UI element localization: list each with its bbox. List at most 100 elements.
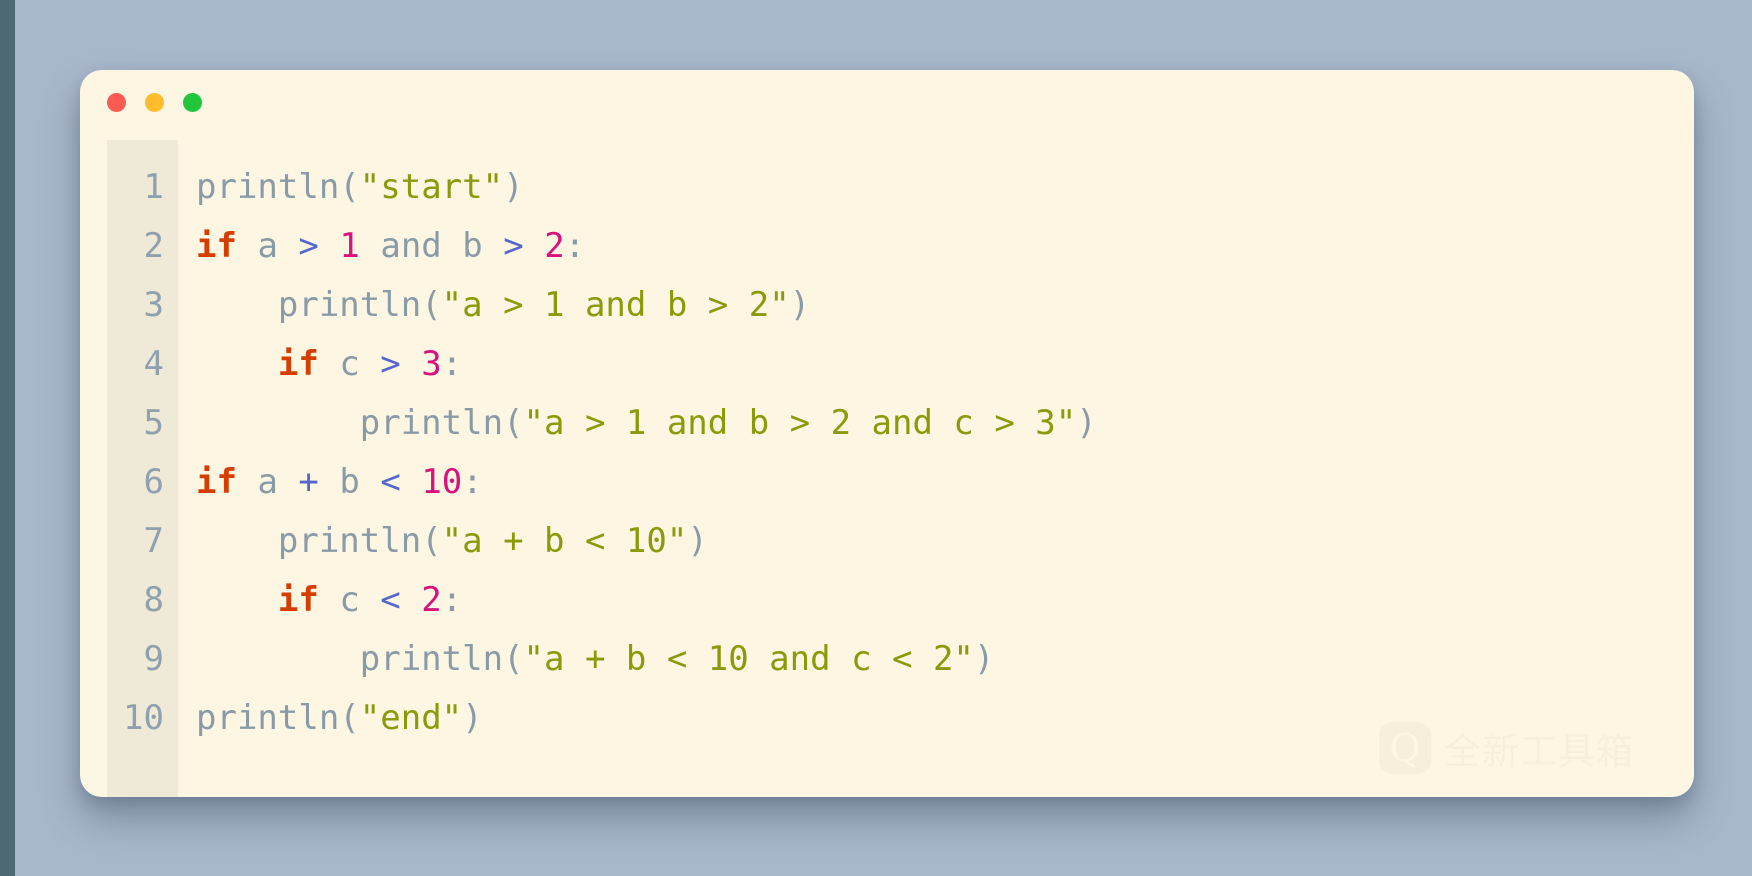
token-id: a: [257, 462, 278, 502]
token-punc: ): [462, 698, 483, 738]
token-id: c: [339, 344, 360, 384]
window-titlebar: [80, 70, 1694, 140]
token-str: "a + b < 10": [441, 521, 688, 561]
token-id: println: [277, 521, 422, 561]
token-num: 3: [421, 344, 442, 384]
token-str: "a + b < 10 and c < 2": [523, 639, 974, 679]
token-punc: (: [421, 521, 442, 561]
token-punc: ): [503, 167, 524, 207]
token-punc: (: [339, 698, 360, 738]
token-op: <: [380, 462, 401, 502]
line-number: 8: [143, 580, 164, 620]
token-id: println: [359, 403, 504, 443]
token-id: println: [196, 698, 340, 738]
line-number: 3: [143, 285, 164, 325]
code-line[interactable]: println("end"): [196, 689, 1694, 748]
left-edge-strip: [0, 0, 15, 876]
line-number: 4: [143, 344, 164, 384]
token-op: <: [380, 580, 401, 620]
code-line[interactable]: println("a > 1 and b > 2 and c > 3"): [196, 394, 1694, 453]
code-line[interactable]: println("start"): [196, 158, 1694, 217]
minimize-button[interactable]: [145, 93, 164, 112]
line-number: 5: [143, 403, 164, 443]
token-punc: :: [441, 580, 463, 620]
line-number: 6: [143, 462, 164, 502]
token-punc: ): [1076, 403, 1097, 443]
token-punc: :: [564, 226, 586, 266]
token-kw: if: [196, 226, 237, 266]
token-str: "a > 1 and b > 2 and c > 3": [523, 403, 1077, 443]
token-punc: (: [421, 285, 442, 325]
token-str: "end": [359, 698, 463, 738]
code-line[interactable]: println("a + b < 10"): [196, 512, 1694, 571]
code-line[interactable]: if c < 2:: [196, 571, 1694, 630]
line-number: 9: [143, 639, 164, 679]
token-kw: if: [277, 344, 319, 384]
code-editor-area: 1 2 3 4 5 6 7 8 9 10 println("start") if a > 1 and…: [80, 140, 1694, 797]
token-punc: (: [503, 639, 524, 679]
token-id: and: [380, 226, 442, 266]
code-line[interactable]: println("a + b < 10 and c < 2"): [196, 630, 1694, 689]
code-line[interactable]: if c > 3:: [196, 335, 1694, 394]
token-num: 1: [339, 226, 360, 266]
token-id: b: [339, 462, 360, 502]
token-id: println: [196, 167, 340, 207]
token-str: "a > 1 and b > 2": [441, 285, 790, 325]
line-number: 1: [143, 167, 164, 207]
token-op: >: [298, 226, 319, 266]
token-id: a: [257, 226, 278, 266]
token-punc: ): [973, 639, 995, 679]
token-id: println: [277, 285, 422, 325]
token-num: 10: [421, 462, 463, 502]
token-op: +: [298, 462, 319, 502]
token-str: "start": [359, 167, 504, 207]
token-kw: if: [277, 580, 319, 620]
code-line[interactable]: println("a > 1 and b > 2"): [196, 276, 1694, 335]
token-kw: if: [196, 462, 237, 502]
code-line[interactable]: if a > 1 and b > 2:: [196, 217, 1694, 276]
code-window: 1 2 3 4 5 6 7 8 9 10 println("start") if a > 1 and…: [80, 70, 1694, 797]
token-punc: ): [789, 285, 811, 325]
line-number: 2: [143, 226, 164, 266]
token-op: >: [380, 344, 401, 384]
token-punc: :: [462, 462, 483, 502]
token-num: 2: [421, 580, 442, 620]
maximize-button[interactable]: [183, 93, 202, 112]
code-line[interactable]: if a + b < 10:: [196, 453, 1694, 512]
token-id: b: [462, 226, 483, 266]
token-op: >: [503, 226, 524, 266]
token-num: 2: [544, 226, 565, 266]
code-content[interactable]: println("start") if a > 1 and b > 2: prin…: [178, 140, 1694, 797]
line-number: 10: [123, 698, 164, 738]
close-button[interactable]: [107, 93, 126, 112]
token-punc: (: [339, 167, 360, 207]
token-punc: (: [503, 403, 524, 443]
token-punc: :: [441, 344, 463, 384]
line-number: 7: [143, 521, 164, 561]
token-id: println: [359, 639, 504, 679]
token-id: c: [339, 580, 360, 620]
